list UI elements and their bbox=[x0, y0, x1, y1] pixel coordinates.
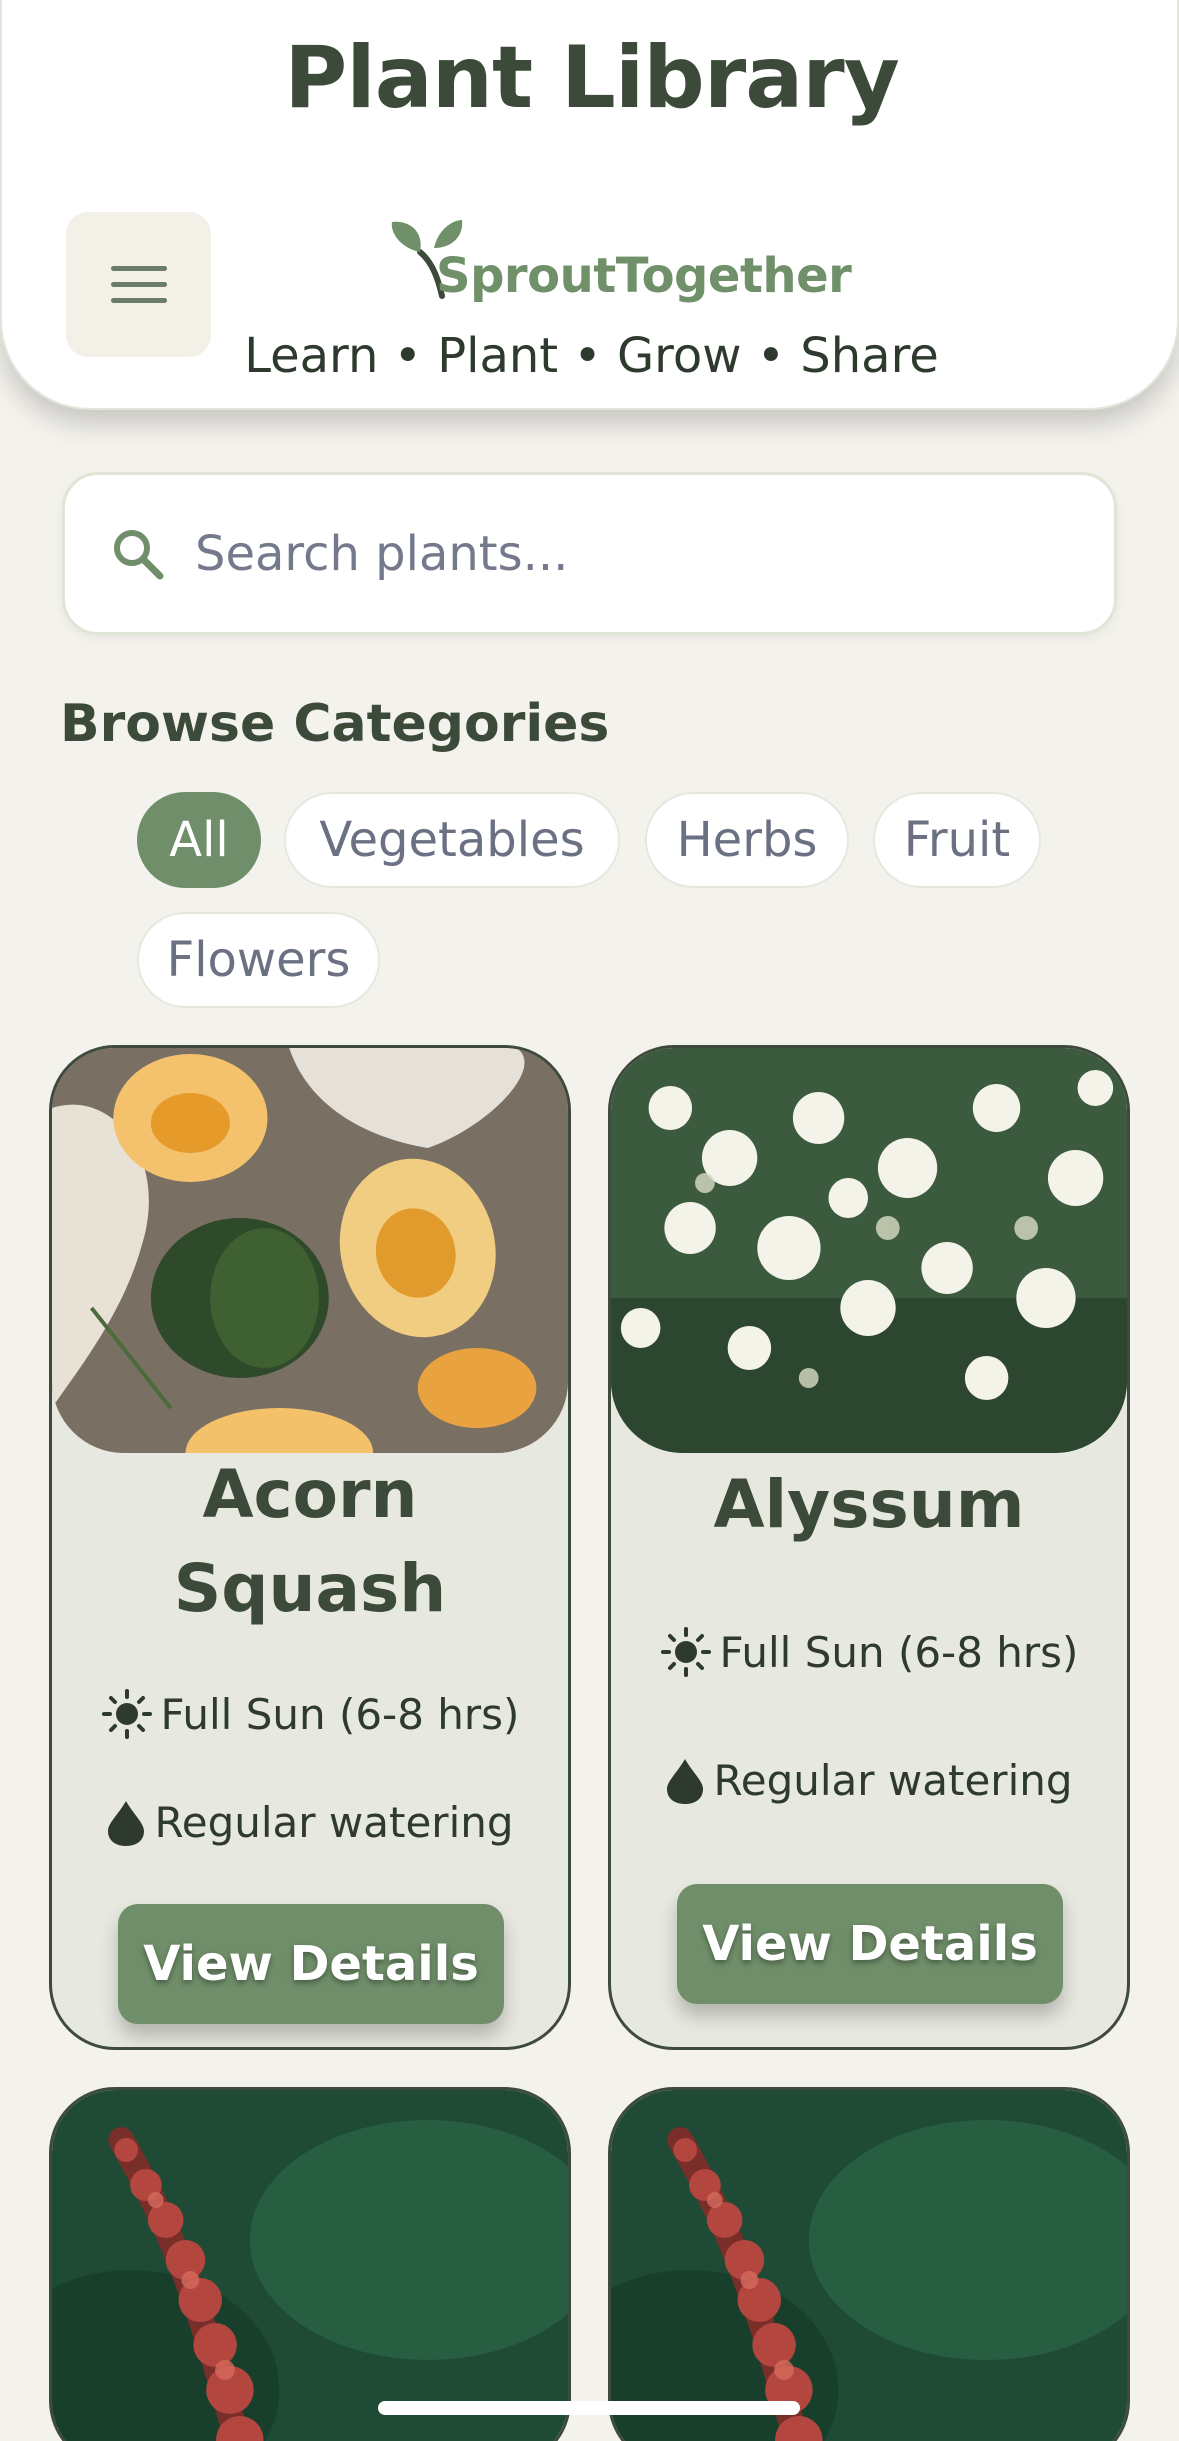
app-header: Plant Library SproutTogether Learn • Pla… bbox=[0, 0, 1179, 410]
plant-card[interactable] bbox=[49, 2087, 571, 2441]
hamburger-menu-icon bbox=[110, 265, 167, 304]
water-text: Regular watering bbox=[154, 1798, 514, 1847]
category-chip-all[interactable]: All bbox=[137, 792, 261, 888]
sun-icon bbox=[101, 1689, 152, 1739]
logo-text: SproutTogether bbox=[436, 248, 852, 304]
sun-icon bbox=[660, 1627, 711, 1677]
sun-requirement: Full Sun (6-8 hrs) bbox=[52, 1688, 568, 1740]
category-chip-vegetables[interactable]: Vegetables bbox=[284, 792, 620, 888]
plant-photo bbox=[52, 1048, 568, 1453]
water-drop-icon bbox=[667, 1758, 704, 1804]
plant-name-line1: Acorn bbox=[202, 1456, 418, 1533]
water-text: Regular watering bbox=[713, 1756, 1073, 1805]
plant-photo bbox=[611, 1048, 1127, 1453]
water-requirement: Regular watering bbox=[611, 1756, 1127, 1805]
home-indicator[interactable] bbox=[378, 2401, 800, 2415]
plant-photo bbox=[611, 2090, 1127, 2441]
water-drop-icon bbox=[108, 1800, 145, 1846]
plant-library-screen: Plant Library SproutTogether Learn • Pla… bbox=[0, 0, 1179, 2441]
sun-text: Full Sun (6-8 hrs) bbox=[719, 1627, 1079, 1677]
plant-card-alyssum[interactable]: Alyssum Full Sun (6-8 hrs) Regular water… bbox=[608, 1045, 1130, 2050]
water-requirement: Regular watering bbox=[52, 1798, 568, 1847]
tagline: Learn • Plant • Grow • Share bbox=[244, 328, 939, 384]
plant-name: Alyssum bbox=[713, 1466, 1025, 1543]
search-icon bbox=[114, 530, 164, 580]
view-details-button[interactable]: View Details bbox=[118, 1904, 504, 2024]
view-details-button[interactable]: View Details bbox=[677, 1884, 1063, 2004]
sun-requirement: Full Sun (6-8 hrs) bbox=[611, 1626, 1127, 1678]
category-chip-flowers[interactable]: Flowers bbox=[137, 912, 380, 1008]
search-input[interactable] bbox=[195, 520, 1075, 588]
plant-photo bbox=[52, 2090, 568, 2441]
sun-text: Full Sun (6-8 hrs) bbox=[160, 1689, 520, 1739]
category-chip-fruit[interactable]: Fruit bbox=[873, 792, 1041, 888]
page-title: Plant Library bbox=[284, 28, 900, 128]
plant-card-acorn-squash[interactable]: Acorn Squash Full Sun (6-8 hrs) Regular … bbox=[49, 1045, 571, 2050]
plant-name-line2: Squash bbox=[173, 1550, 447, 1627]
browse-categories-title: Browse Categories bbox=[60, 694, 610, 754]
category-chip-herbs[interactable]: Herbs bbox=[645, 792, 849, 888]
plant-card[interactable] bbox=[608, 2087, 1130, 2441]
